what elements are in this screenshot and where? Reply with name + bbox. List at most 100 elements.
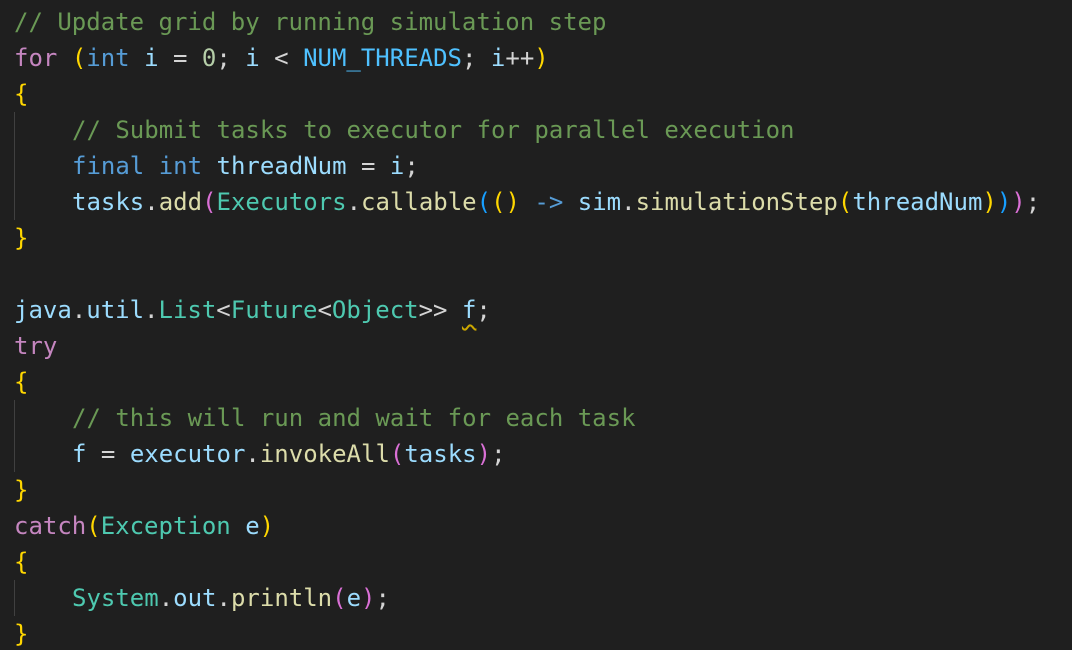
code-line[interactable]: {	[14, 76, 1072, 112]
code-token: sim	[577, 188, 622, 216]
code-token: (	[332, 584, 347, 612]
code-token: =	[86, 440, 130, 468]
code-token: {	[14, 368, 29, 396]
code-line[interactable]: // Update grid by running simulation ste…	[14, 4, 1072, 40]
code-token: ;	[1025, 188, 1041, 216]
code-token: <	[317, 296, 332, 324]
code-token: int	[86, 44, 130, 72]
code-token: // this will run and wait for each task	[72, 404, 636, 432]
code-token: =	[158, 44, 202, 72]
code-token: .	[158, 584, 174, 612]
code-token: )	[361, 584, 376, 612]
code-line[interactable]	[14, 256, 1072, 292]
code-token: tasks	[72, 188, 145, 216]
code-token: >>	[418, 296, 462, 324]
code-token: 0	[201, 44, 217, 72]
code-token: catch	[14, 512, 87, 540]
code-line[interactable]: // Submit tasks to executor for parallel…	[14, 112, 1072, 148]
code-token: ()	[491, 188, 520, 216]
code-editor[interactable]: // Update grid by running simulation ste…	[0, 0, 1072, 650]
code-token: add	[158, 188, 203, 216]
code-token: ;	[476, 296, 491, 324]
code-token: )	[259, 512, 275, 540]
code-line[interactable]: }	[14, 220, 1072, 256]
code-line[interactable]: {	[14, 364, 1072, 400]
code-token: )	[476, 440, 492, 468]
code-line[interactable]: tasks.add(Executors.callable(() -> sim.s…	[14, 184, 1072, 220]
code-token: =	[346, 152, 390, 180]
code-token: println	[230, 584, 333, 612]
code-token: e	[245, 512, 260, 540]
code-token: ;	[462, 44, 491, 72]
code-token: Object	[331, 296, 419, 324]
code-token: )	[996, 188, 1012, 216]
code-token: }	[14, 620, 29, 648]
code-line[interactable]: {	[14, 544, 1072, 580]
code-token: }	[14, 224, 29, 252]
code-token: .	[245, 440, 260, 468]
code-token: .	[144, 296, 159, 324]
code-token: )	[534, 44, 549, 72]
code-token: ;	[404, 152, 419, 180]
code-token: out	[173, 584, 217, 612]
code-token: (	[389, 440, 405, 468]
code-token: java	[14, 296, 72, 324]
code-token: for	[14, 44, 58, 72]
code-line[interactable]: java.util.List<Future<Object>> f;	[14, 292, 1072, 328]
code-line[interactable]: for (int i = 0; i < NUM_THREADS; i++)	[14, 40, 1072, 76]
code-token: ->	[534, 188, 564, 216]
code-token: executor	[129, 440, 246, 468]
code-line[interactable]: f = executor.invokeAll(tasks);	[14, 436, 1072, 472]
code-token: simulationStep	[635, 188, 838, 216]
code-token: System	[72, 584, 159, 612]
code-line[interactable]: final int threadNum = i;	[14, 148, 1072, 184]
code-token: .	[144, 188, 159, 216]
code-token: (	[476, 188, 492, 216]
indent-guide	[14, 580, 15, 616]
code-line[interactable]: catch(Exception e)	[14, 508, 1072, 544]
code-token: int	[158, 152, 203, 180]
code-line[interactable]: System.out.println(e);	[14, 580, 1072, 616]
code-token: {	[14, 548, 29, 576]
code-token: tasks	[404, 440, 477, 468]
code-token: ;	[491, 440, 506, 468]
code-token: i	[389, 152, 405, 180]
code-token: <	[259, 44, 304, 72]
code-line[interactable]: // this will run and wait for each task	[14, 400, 1072, 436]
code-token: Executors	[216, 188, 347, 216]
code-token: callable	[361, 188, 477, 216]
code-token: )	[982, 188, 997, 216]
code-token: .	[346, 188, 362, 216]
code-token: // Update grid by running simulation ste…	[14, 8, 607, 36]
code-token: e	[346, 584, 362, 612]
code-token: // Submit tasks to executor for parallel…	[72, 116, 795, 144]
code-token: List	[158, 296, 217, 324]
code-token: (	[71, 44, 87, 72]
code-line[interactable]: try	[14, 328, 1072, 364]
code-token: )	[1011, 188, 1026, 216]
code-token: i	[490, 44, 506, 72]
code-token: try	[14, 332, 58, 360]
code-token: .	[71, 296, 87, 324]
code-token: Future	[230, 296, 318, 324]
code-token: }	[14, 476, 29, 504]
code-token: threadNum	[852, 188, 983, 216]
code-token: .	[216, 584, 231, 612]
code-token: <	[216, 296, 231, 324]
code-token: NUM_THREADS	[303, 44, 463, 72]
indent-guide	[14, 112, 15, 220]
code-line[interactable]: }	[14, 472, 1072, 508]
code-token: invokeAll	[259, 440, 390, 468]
code-token: i	[245, 44, 260, 72]
code-token: ;	[375, 584, 390, 612]
code-token: (	[202, 188, 217, 216]
code-token: final	[72, 152, 145, 180]
code-line[interactable]: }	[14, 616, 1072, 650]
code-token: threadNum	[216, 152, 347, 180]
